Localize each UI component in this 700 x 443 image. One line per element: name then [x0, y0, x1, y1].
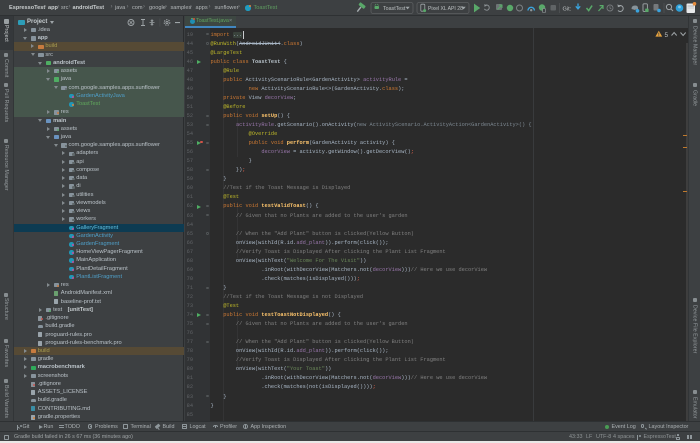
svg-text:Git:: Git: [563, 6, 572, 12]
svg-text:Pixel XL API 28: Pixel XL API 28 [428, 6, 463, 12]
svg-text:ToastTest: ToastTest [383, 6, 406, 12]
svg-text:5: 5 [665, 32, 669, 39]
